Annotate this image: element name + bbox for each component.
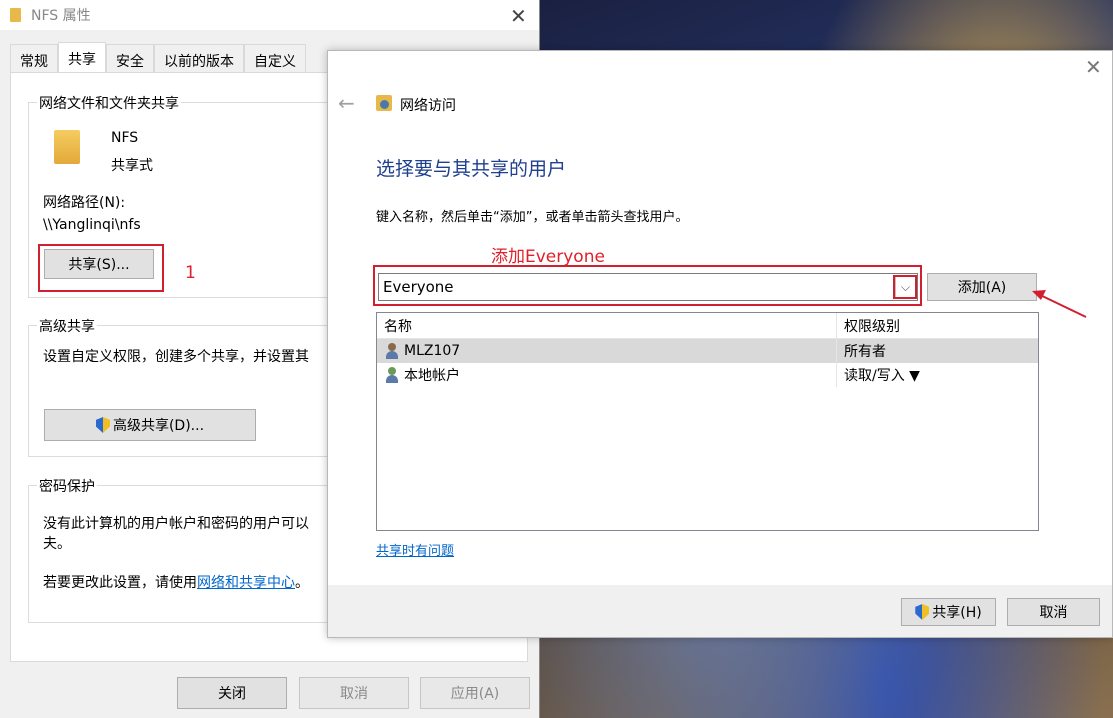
user-name-input[interactable]: Everyone [383, 278, 454, 296]
close-button[interactable]: 关闭 [177, 677, 287, 709]
add-everyone-annotation: 添加Everyone [491, 247, 605, 267]
network-path-label: 网络路径(N): [43, 195, 126, 211]
dialog-cancel-button[interactable]: 取消 [1007, 598, 1100, 626]
list-header: 名称 权限级别 [377, 313, 1038, 339]
advanced-description: 设置自定义权限，创建多个共享，并设置其 [43, 349, 309, 365]
folder-name: NFS [111, 130, 139, 146]
row-name-cell: MLZ107 [377, 339, 837, 363]
group-icon [384, 367, 400, 383]
password-description-cont: 夫。 [43, 536, 71, 552]
cancel-button[interactable]: 取消 [299, 677, 409, 709]
back-arrow-icon[interactable]: ← [338, 91, 355, 115]
tab-general[interactable]: 常规 [10, 44, 58, 72]
network-center-link[interactable]: 网络和共享中心 [197, 575, 295, 591]
tab-previous-versions[interactable]: 以前的版本 [154, 44, 244, 72]
shield-icon [915, 604, 930, 620]
row-name: 本地帐户 [404, 368, 460, 384]
share-confirm-button[interactable]: 共享(H) [901, 598, 996, 626]
tab-security[interactable]: 安全 [106, 44, 154, 72]
network-path-value: \\Yanglinqi\nfs [43, 217, 141, 233]
column-permission-header[interactable]: 权限级别 [837, 313, 1038, 338]
row-permission-dropdown[interactable]: 读取/写入 ▼ [837, 363, 1038, 387]
close-icon[interactable]: ✕ [510, 4, 527, 28]
group-title: 网络文件和文件夹共享 [37, 93, 181, 113]
column-name-header[interactable]: 名称 [377, 313, 837, 338]
folder-icon [54, 130, 80, 164]
user-list: 名称 权限级别 MLZ107 所有者 本地帐户 读取/写入 ▼ [376, 312, 1039, 531]
dialog-nav-title: 网络访问 [400, 98, 456, 114]
change-prefix: 若要更改此设置，请使用 [43, 575, 197, 591]
change-suffix: 。 [295, 575, 309, 591]
step-1-annotation: 1 [185, 263, 196, 283]
help-link[interactable]: 共享时有问题 [376, 540, 454, 559]
apply-button[interactable]: 应用(A) [420, 677, 530, 709]
properties-title-bar: NFS 属性 [0, 0, 539, 30]
dropdown-highlight [893, 275, 917, 299]
list-row[interactable]: MLZ107 所有者 [377, 339, 1038, 363]
user-icon [384, 343, 400, 359]
password-change-text: 若要更改此设置，请使用网络和共享中心。 [43, 572, 309, 592]
dialog-heading: 选择要与其共享的用户 [376, 158, 567, 180]
network-access-dialog: ✕ ← 网络访问 选择要与其共享的用户 键入名称，然后单击“添加”，或者单击箭头… [327, 50, 1113, 638]
dialog-instruction: 键入名称，然后单击“添加”，或者单击箭头查找用户。 [376, 210, 689, 225]
folder-icon [10, 8, 21, 22]
advanced-share-button[interactable]: 高级共享(D)... [44, 409, 256, 441]
advanced-share-label: 高级共享(D)... [112, 418, 205, 434]
add-button[interactable]: 添加(A) [927, 273, 1037, 301]
network-share-icon [376, 95, 392, 111]
close-icon[interactable]: ✕ [1085, 55, 1102, 79]
row-name: MLZ107 [404, 343, 461, 359]
group-title: 高级共享 [37, 316, 97, 336]
row-permission: 所有者 [844, 344, 886, 360]
row-name-cell: 本地帐户 [377, 363, 837, 387]
annotation-arrow [1032, 290, 1087, 318]
list-row[interactable]: 本地帐户 读取/写入 ▼ [377, 363, 1038, 387]
tab-bar: 常规 共享 安全 以前的版本 自定义 [10, 42, 306, 72]
window-title: NFS 属性 [31, 8, 91, 24]
password-group: 密码保护 [28, 476, 328, 623]
share-confirm-label: 共享(H) [932, 605, 982, 621]
user-name-combobox[interactable]: Everyone ⌵ [378, 273, 918, 301]
group-title: 密码保护 [37, 476, 97, 496]
tab-customize[interactable]: 自定义 [244, 44, 306, 72]
password-description: 没有此计算机的用户帐户和密码的用户可以 [43, 516, 309, 532]
share-button-highlight [38, 244, 164, 292]
shield-icon [95, 417, 110, 433]
tab-sharing[interactable]: 共享 [58, 42, 106, 72]
folder-status: 共享式 [111, 158, 153, 174]
